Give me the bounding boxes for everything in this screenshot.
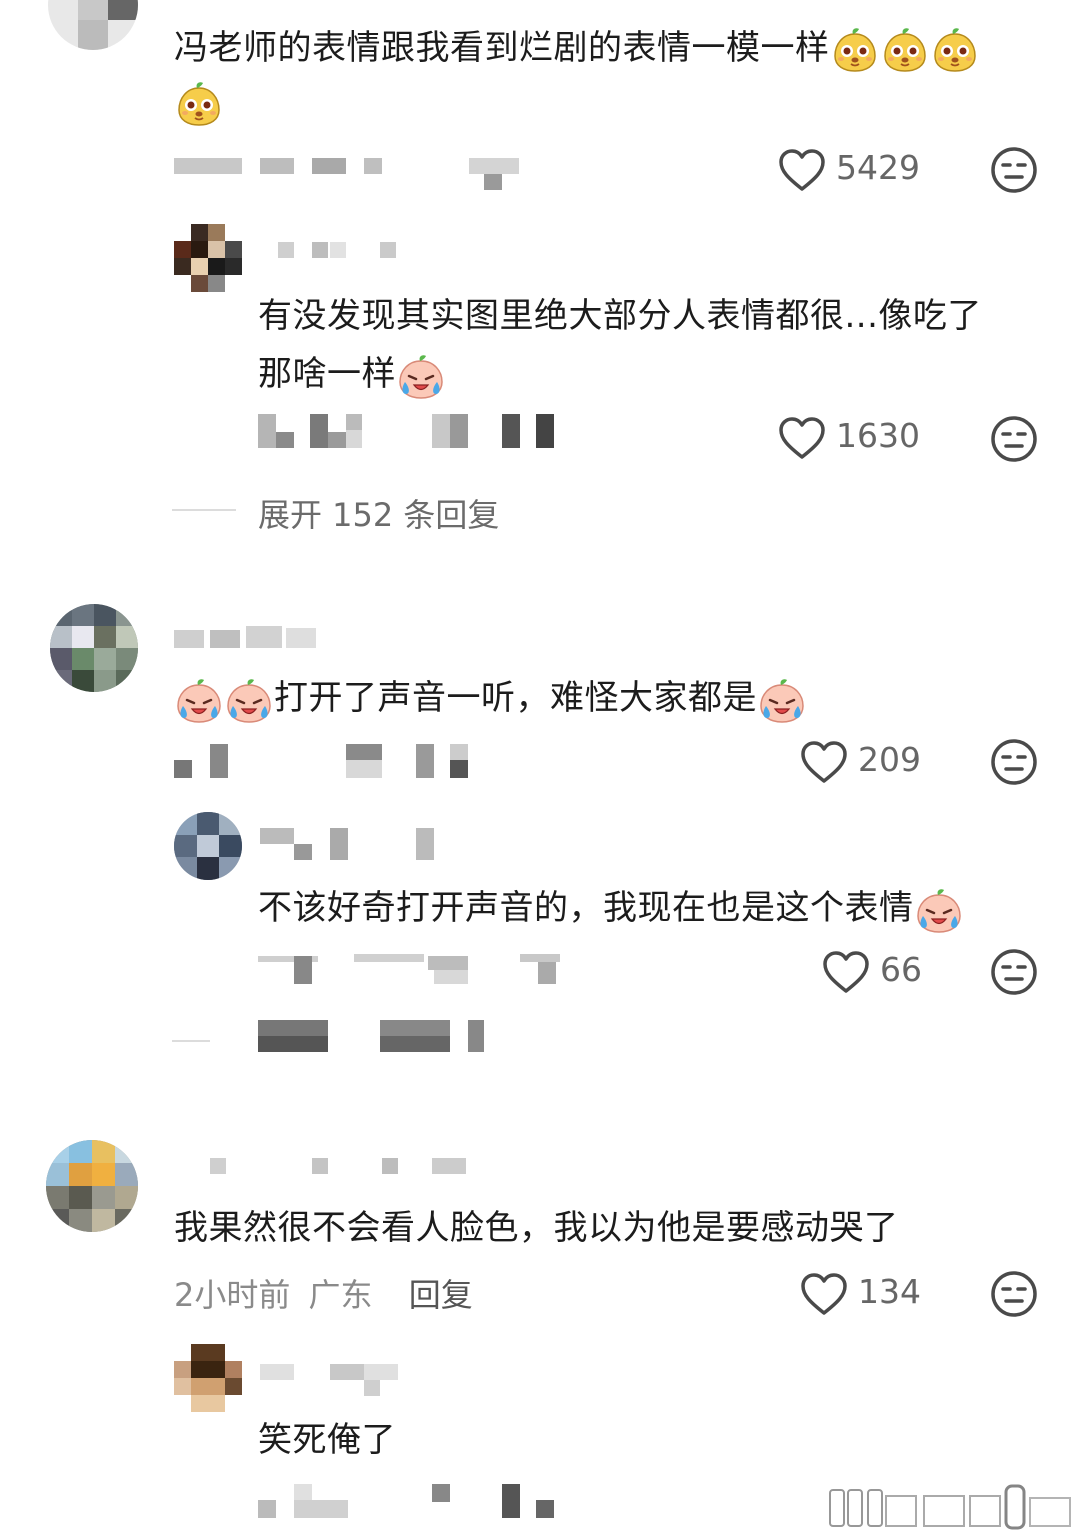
avatar[interactable]	[174, 224, 242, 292]
reply-button[interactable]: 回复	[409, 1276, 473, 1314]
like-count: 209	[858, 740, 921, 779]
avatar-image	[174, 812, 242, 880]
watermark-image	[829, 1484, 1071, 1530]
dislike-button[interactable]	[990, 415, 1038, 463]
like-count: 5429	[836, 148, 920, 187]
like-count: 66	[880, 950, 922, 989]
neutral-face-icon	[990, 1270, 1038, 1318]
neutral-face-icon	[990, 146, 1038, 194]
like-button[interactable]: 66	[822, 948, 942, 998]
avatar[interactable]	[174, 1344, 242, 1412]
avatar[interactable]	[174, 812, 242, 880]
dislike-button[interactable]	[990, 146, 1038, 194]
watermark	[820, 1484, 1076, 1534]
avatar[interactable]	[50, 604, 138, 692]
comment-meta: 2小时前 广东 回复	[174, 1270, 473, 1316]
like-count: 134	[858, 1272, 921, 1311]
neutral-face-icon	[990, 738, 1038, 786]
reply-text: 笑死俺了	[258, 1420, 396, 1460]
like-button[interactable]: 5429	[778, 146, 938, 196]
comment-text: 冯老师的表情跟我看到烂剧的表情一模一样	[174, 20, 980, 76]
like-button[interactable]: 1630	[778, 414, 938, 464]
reply-text: 有没发现其实图里绝大部分人表情都很...像吃了	[258, 296, 982, 336]
username-blurred[interactable]	[260, 240, 420, 260]
reply-text-line2: 那啥一样	[258, 346, 446, 402]
neutral-face-icon	[990, 415, 1038, 463]
crying-peach-emoji-icon	[758, 676, 806, 724]
mango-emoji-icon	[931, 26, 979, 74]
dislike-button[interactable]	[990, 948, 1038, 996]
expand-divider	[172, 509, 236, 511]
expand-divider	[172, 1040, 210, 1042]
crying-peach-emoji-icon	[397, 352, 445, 400]
like-button[interactable]: 134	[800, 1270, 940, 1320]
neutral-face-icon	[990, 948, 1038, 996]
expand-replies-blurred[interactable]	[258, 1020, 498, 1054]
reply-meta-blurred	[258, 950, 568, 986]
mango-emoji-icon	[175, 80, 223, 128]
username-blurred[interactable]	[174, 626, 324, 650]
reply-meta-blurred	[258, 1484, 578, 1520]
heart-outline-icon	[800, 1272, 848, 1316]
username-blurred[interactable]	[174, 1156, 474, 1176]
comment-time: 2小时前	[174, 1276, 291, 1314]
mango-emoji-icon	[881, 26, 929, 74]
avatar-image	[174, 224, 242, 292]
avatar-image	[48, 0, 138, 50]
avatar[interactable]	[46, 1140, 138, 1232]
comment-text-content: 冯老师的表情跟我看到烂剧的表情一模一样	[174, 28, 830, 68]
avatar-image	[50, 604, 138, 692]
comment-text: 我果然很不会看人脸色，我以为他是要感动哭了	[174, 1208, 899, 1248]
dislike-button[interactable]	[990, 738, 1038, 786]
crying-peach-emoji-icon	[915, 886, 963, 934]
username-blurred[interactable]	[260, 1362, 410, 1398]
heart-outline-icon	[778, 148, 826, 192]
avatar[interactable]	[48, 0, 138, 50]
crying-peach-emoji-icon	[175, 676, 223, 724]
username-blurred[interactable]	[260, 828, 440, 862]
heart-outline-icon	[778, 416, 826, 460]
reply-text-content: 不该好奇打开声音的，我现在也是这个表情	[258, 888, 914, 928]
comment-location: 广东	[308, 1276, 373, 1314]
crying-peach-emoji-icon	[225, 676, 273, 724]
mango-emoji-icon	[831, 26, 879, 74]
reply-text: 不该好奇打开声音的，我现在也是这个表情	[258, 880, 964, 936]
expand-replies-button[interactable]: 展开 152 条回复	[258, 490, 499, 536]
reply-meta-blurred	[258, 414, 558, 450]
heart-outline-icon	[822, 950, 870, 994]
reply-text-content: 那啥一样	[258, 354, 396, 394]
comment-text: 打开了声音一听，难怪大家都是	[174, 670, 807, 726]
like-count: 1630	[836, 416, 920, 455]
like-button[interactable]: 209	[800, 738, 940, 788]
comment-meta-blurred	[174, 156, 524, 192]
comment-meta-blurred	[174, 744, 474, 780]
dislike-button[interactable]	[990, 1270, 1038, 1318]
comment-text-content: 打开了声音一听，难怪大家都是	[274, 678, 757, 718]
heart-outline-icon	[800, 740, 848, 784]
avatar-image	[174, 1344, 242, 1412]
avatar-image	[46, 1140, 138, 1232]
comment-text-line2	[174, 80, 224, 128]
